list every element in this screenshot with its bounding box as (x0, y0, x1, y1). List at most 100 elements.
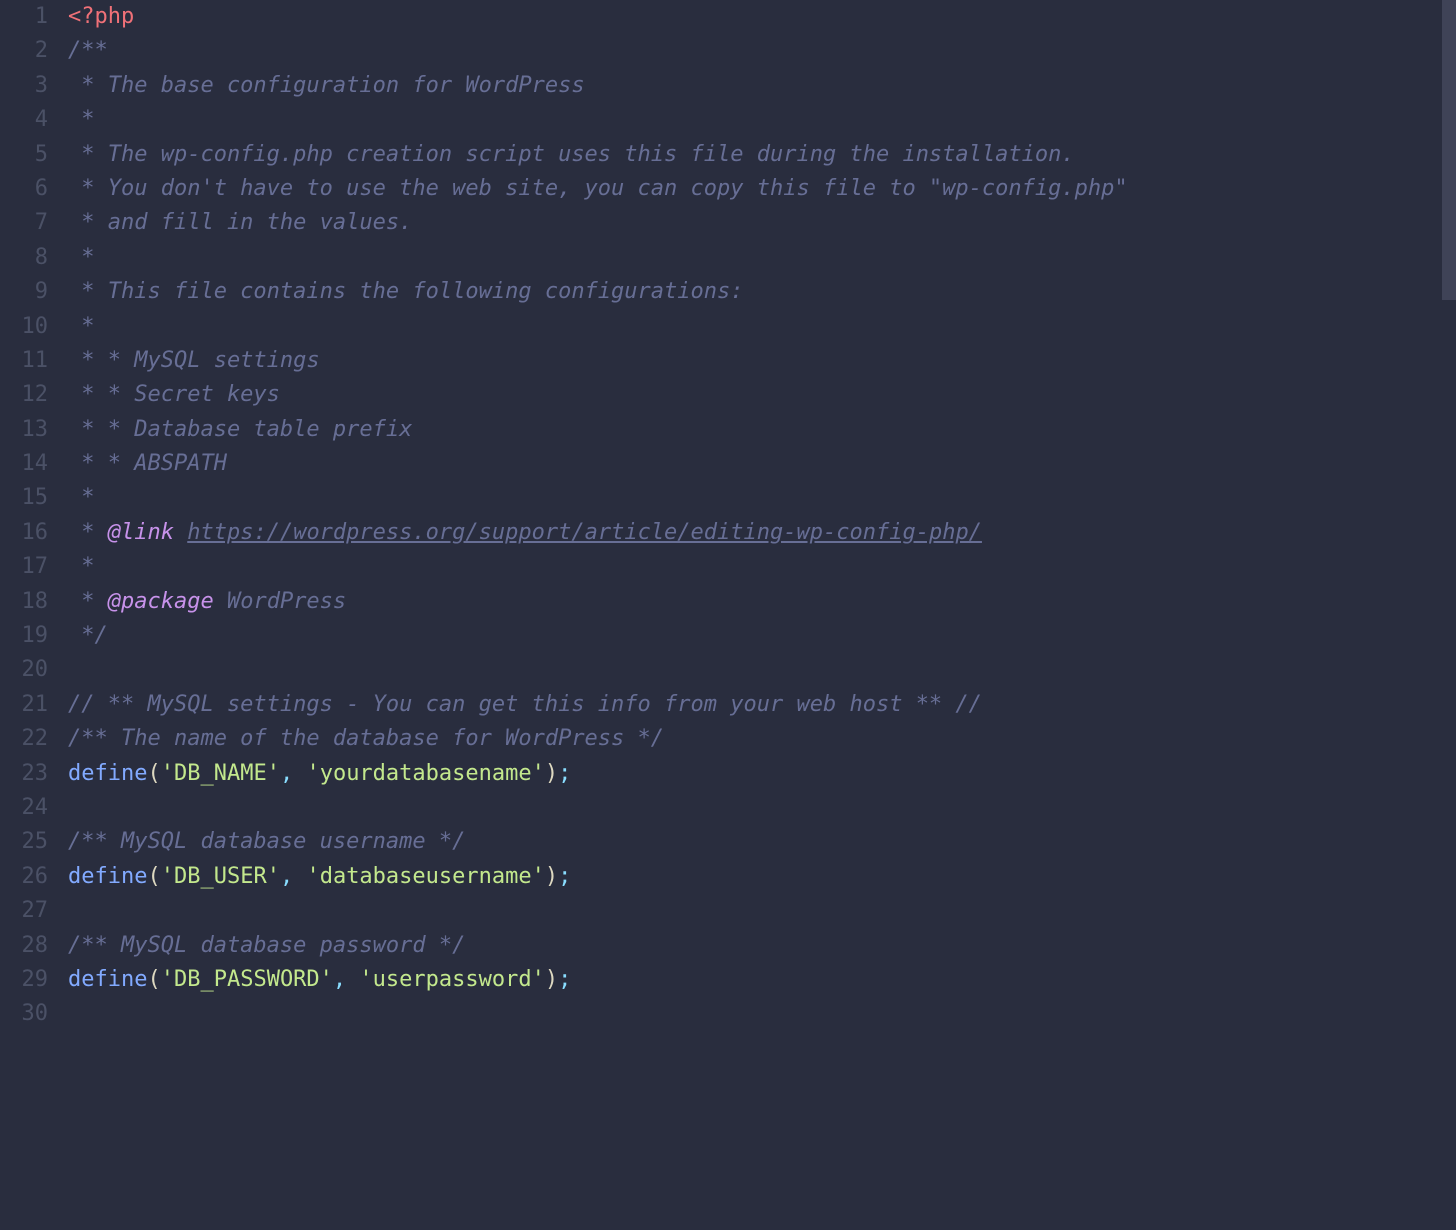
token-string: 'yourdatabasename' (306, 761, 544, 786)
code-line[interactable] (68, 653, 1456, 687)
token-comment: * (68, 520, 108, 545)
code-line[interactable]: /** The name of the database for WordPre… (68, 722, 1456, 756)
code-line[interactable]: * and fill in the values. (68, 206, 1456, 240)
token-keyword: define (68, 864, 147, 889)
token-comment: * You don't have to use the web site, yo… (68, 176, 1128, 201)
token-string: 'userpassword' (359, 967, 544, 992)
code-line[interactable]: * (68, 241, 1456, 275)
line-number: 11 (0, 344, 48, 378)
token-punct: ; (558, 967, 571, 992)
token-string: 'DB_NAME' (161, 761, 280, 786)
code-editor[interactable]: 1234567891011121314151617181920212223242… (0, 0, 1456, 1230)
code-line[interactable]: * (68, 481, 1456, 515)
code-line[interactable]: <?php (68, 0, 1456, 34)
line-number: 10 (0, 310, 48, 344)
code-line[interactable] (68, 894, 1456, 928)
line-number: 9 (0, 275, 48, 309)
token-comment: * (68, 314, 95, 339)
token-paren: ) (545, 864, 558, 889)
token-comment: * (68, 485, 95, 510)
line-number: 20 (0, 653, 48, 687)
line-number: 29 (0, 963, 48, 997)
token-comment: * (68, 245, 95, 270)
line-number: 12 (0, 378, 48, 412)
line-number: 26 (0, 860, 48, 894)
code-line[interactable]: * You don't have to use the web site, yo… (68, 172, 1456, 206)
token-comment: * The wp-config.php creation script uses… (68, 142, 1075, 167)
token-punct: , (280, 761, 307, 786)
line-number: 21 (0, 688, 48, 722)
line-number: 18 (0, 585, 48, 619)
token-punct: ; (558, 864, 571, 889)
line-number: 15 (0, 481, 48, 515)
token-string: 'DB_PASSWORD' (161, 967, 333, 992)
line-number: 13 (0, 413, 48, 447)
line-number: 24 (0, 791, 48, 825)
code-area[interactable]: <?php /** * The base configuration for Wo… (68, 0, 1456, 1230)
line-number: 25 (0, 825, 48, 859)
token-paren: ( (147, 864, 160, 889)
code-line[interactable]: define('DB_USER', 'databaseusername'); (68, 860, 1456, 894)
token-comment: * (68, 554, 95, 579)
line-number: 23 (0, 757, 48, 791)
code-line[interactable]: * (68, 550, 1456, 584)
token-comment: /** MySQL database password */ (68, 933, 465, 958)
token-comment: * This file contains the following confi… (68, 279, 744, 304)
code-line[interactable]: */ (68, 619, 1456, 653)
code-line[interactable]: // ** MySQL settings - You can get this … (68, 688, 1456, 722)
vertical-scrollbar[interactable] (1442, 0, 1456, 1230)
code-line[interactable]: /** MySQL database password */ (68, 929, 1456, 963)
token-paren: ) (545, 967, 558, 992)
code-line[interactable]: define('DB_NAME', 'yourdatabasename'); (68, 757, 1456, 791)
line-number: 19 (0, 619, 48, 653)
code-line[interactable]: /** MySQL database username */ (68, 825, 1456, 859)
code-line[interactable]: * @package WordPress (68, 585, 1456, 619)
code-line[interactable]: * The wp-config.php creation script uses… (68, 138, 1456, 172)
line-number: 3 (0, 69, 48, 103)
token-paren: ) (545, 761, 558, 786)
code-line[interactable]: * (68, 103, 1456, 137)
line-number: 16 (0, 516, 48, 550)
token-comment: WordPress (214, 589, 346, 614)
code-line[interactable]: * The base configuration for WordPress (68, 69, 1456, 103)
code-line[interactable]: * @link https://wordpress.org/support/ar… (68, 516, 1456, 550)
code-line[interactable] (68, 997, 1456, 1031)
token-keyword: define (68, 761, 147, 786)
token-comment: * * MySQL settings (68, 348, 320, 373)
code-line[interactable]: * This file contains the following confi… (68, 275, 1456, 309)
code-line[interactable]: /** (68, 34, 1456, 68)
code-line[interactable]: define('DB_PASSWORD', 'userpassword'); (68, 963, 1456, 997)
line-number-gutter: 1234567891011121314151617181920212223242… (0, 0, 68, 1230)
token-comment: * * Secret keys (68, 382, 280, 407)
token-string: 'DB_USER' (161, 864, 280, 889)
token-string: 'databaseusername' (306, 864, 544, 889)
line-number: 22 (0, 722, 48, 756)
token-comment: // ** MySQL settings - You can get this … (68, 692, 982, 717)
line-number: 5 (0, 138, 48, 172)
token-comment: /** MySQL database username */ (68, 829, 465, 854)
token-comment: */ (68, 623, 108, 648)
code-line[interactable]: * * ABSPATH (68, 447, 1456, 481)
token-link-url: https://wordpress.org/support/article/ed… (187, 520, 982, 545)
code-line[interactable]: * (68, 310, 1456, 344)
token-doc-tag: @package (108, 589, 214, 614)
line-number: 28 (0, 929, 48, 963)
token-paren: ( (147, 967, 160, 992)
scrollbar-thumb[interactable] (1442, 0, 1456, 300)
code-line[interactable]: * * Secret keys (68, 378, 1456, 412)
token-doc-tag: @link (108, 520, 174, 545)
token-comment: * and fill in the values. (68, 210, 412, 235)
code-line[interactable] (68, 791, 1456, 825)
line-number: 14 (0, 447, 48, 481)
token-paren: ( (147, 761, 160, 786)
token-php-tag: <?php (68, 4, 134, 29)
line-number: 8 (0, 241, 48, 275)
token-comment: * (68, 107, 95, 132)
code-line[interactable]: * * MySQL settings (68, 344, 1456, 378)
line-number: 2 (0, 34, 48, 68)
token-comment: /** The name of the database for WordPre… (68, 726, 664, 751)
token-comment: * * ABSPATH (68, 451, 227, 476)
token-comment: * The base configuration for WordPress (68, 73, 585, 98)
code-line[interactable]: * * Database table prefix (68, 413, 1456, 447)
line-number: 1 (0, 0, 48, 34)
